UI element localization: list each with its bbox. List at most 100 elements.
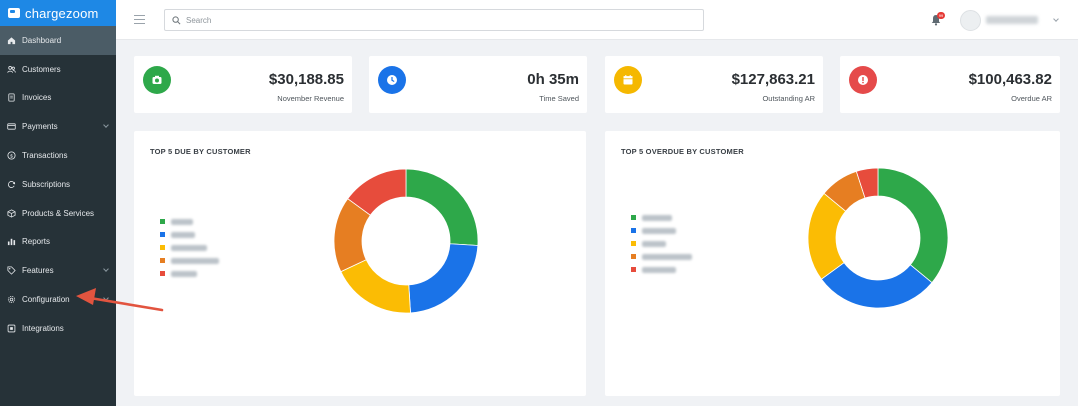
stat-value: 0h 35m bbox=[527, 71, 579, 88]
legend-label-redacted bbox=[642, 214, 672, 221]
donut-slice[interactable] bbox=[340, 259, 411, 314]
legend-label-redacted bbox=[171, 218, 193, 225]
legend-swatch bbox=[160, 271, 165, 276]
bar-chart-icon bbox=[7, 237, 16, 246]
legend-label-redacted bbox=[171, 231, 195, 238]
legend-item[interactable] bbox=[160, 254, 219, 267]
legend-label-redacted bbox=[642, 240, 666, 247]
sidebar-item-label: Configuration bbox=[22, 295, 70, 305]
search-input[interactable] bbox=[186, 15, 666, 25]
sidebar-item-products-services[interactable]: Products & Services bbox=[0, 199, 116, 228]
sidebar-item-features[interactable]: Features bbox=[0, 256, 116, 285]
user-name-redacted[interactable] bbox=[986, 16, 1038, 24]
brand[interactable]: chargezoom bbox=[0, 0, 116, 26]
chart-card-due: TOP 5 DUE BY CUSTOMER bbox=[134, 131, 586, 396]
legend-item[interactable] bbox=[631, 211, 692, 224]
legend-item[interactable] bbox=[160, 215, 219, 228]
legend-item[interactable] bbox=[160, 241, 219, 254]
chevron-down-icon bbox=[103, 122, 109, 129]
invoice-icon bbox=[7, 93, 16, 102]
brand-logo-icon bbox=[8, 8, 20, 18]
puzzle-icon bbox=[7, 324, 16, 333]
legend-item[interactable] bbox=[631, 224, 692, 237]
legend-item[interactable] bbox=[631, 263, 692, 276]
chart-legend bbox=[160, 215, 219, 280]
alert-icon bbox=[849, 66, 877, 94]
legend-swatch bbox=[631, 228, 636, 233]
stat-label: Time Saved bbox=[539, 94, 579, 103]
donut-slice[interactable] bbox=[405, 168, 479, 246]
legend-label-redacted bbox=[171, 270, 197, 277]
chevron-down-icon bbox=[103, 295, 109, 302]
sidebar-item-dashboard[interactable]: Dashboard bbox=[0, 26, 116, 55]
sidebar-item-label: Features bbox=[22, 266, 54, 276]
sidebar-item-label: Transactions bbox=[22, 151, 68, 161]
sidebar-item-configuration[interactable]: Configuration bbox=[0, 285, 116, 314]
topbar: 99 bbox=[116, 0, 1078, 40]
stat-label: Overdue AR bbox=[1011, 94, 1052, 103]
search-box[interactable] bbox=[164, 9, 704, 31]
donut-chart-due bbox=[333, 168, 479, 314]
stat-card: $30,188.85 November Revenue bbox=[134, 56, 352, 113]
chevron-down-icon bbox=[103, 266, 109, 273]
sidebar-item-label: Dashboard bbox=[22, 35, 62, 45]
sidebar-item-customers[interactable]: Customers bbox=[0, 55, 116, 84]
tag-icon bbox=[7, 266, 16, 275]
sidebar-item-transactions[interactable]: $ Transactions bbox=[0, 141, 116, 170]
stat-card: 0h 35m Time Saved bbox=[369, 56, 587, 113]
sidebar-nav: Dashboard Customers Invoices Payments $ Trans… bbox=[0, 26, 116, 343]
legend-item[interactable] bbox=[631, 237, 692, 250]
legend-label-redacted bbox=[642, 227, 676, 234]
credit-card-icon bbox=[7, 122, 16, 131]
legend-item[interactable] bbox=[160, 267, 219, 280]
legend-label-redacted bbox=[642, 253, 692, 260]
stat-card: $100,463.82 Overdue AR bbox=[840, 56, 1060, 113]
menu-toggle-icon[interactable] bbox=[134, 15, 145, 26]
sidebar-item-invoices[interactable]: Invoices bbox=[0, 84, 116, 113]
stat-value: $127,863.21 bbox=[731, 71, 815, 88]
box-icon bbox=[7, 209, 16, 218]
sidebar-item-label: Customers bbox=[22, 64, 61, 74]
brand-name: chargezoom bbox=[25, 5, 99, 21]
stat-label: November Revenue bbox=[277, 94, 344, 103]
legend-item[interactable] bbox=[160, 228, 219, 241]
sidebar-item-integrations[interactable]: Integrations bbox=[0, 314, 116, 343]
legend-label-redacted bbox=[171, 244, 207, 251]
sidebar-item-reports[interactable]: Reports bbox=[0, 228, 116, 257]
donut-slice[interactable] bbox=[820, 262, 933, 309]
sidebar-item-label: Integrations bbox=[22, 323, 64, 333]
sidebar-item-label: Payments bbox=[22, 122, 58, 132]
legend-swatch bbox=[160, 258, 165, 263]
sidebar-item-label: Products & Services bbox=[22, 208, 95, 218]
donut-slice[interactable] bbox=[877, 167, 949, 284]
legend-swatch bbox=[631, 241, 636, 246]
stat-value: $100,463.82 bbox=[968, 71, 1052, 88]
sidebar-item-label: Invoices bbox=[22, 93, 52, 103]
chart-title: TOP 5 OVERDUE BY CUSTOMER bbox=[621, 147, 744, 156]
sidebar-item-label: Reports bbox=[22, 237, 51, 247]
notification-badge: 99 bbox=[937, 12, 945, 19]
legend-label-redacted bbox=[642, 266, 676, 273]
calendar-icon bbox=[614, 66, 642, 94]
donut-slice[interactable] bbox=[408, 243, 479, 314]
users-icon bbox=[7, 65, 16, 74]
search-icon bbox=[172, 15, 181, 24]
svg-text:$: $ bbox=[10, 153, 13, 159]
legend-item[interactable] bbox=[631, 250, 692, 263]
chart-card-overdue: TOP 5 OVERDUE BY CUSTOMER bbox=[605, 131, 1060, 396]
legend-swatch bbox=[160, 232, 165, 237]
avatar[interactable] bbox=[960, 10, 981, 31]
donut-chart-overdue bbox=[807, 167, 949, 309]
sidebar-item-subscriptions[interactable]: Subscriptions bbox=[0, 170, 116, 199]
sidebar-item-payments[interactable]: Payments bbox=[0, 112, 116, 141]
stat-value: $30,188.85 bbox=[268, 71, 344, 88]
stat-card: $127,863.21 Outstanding AR bbox=[605, 56, 823, 113]
clock-icon bbox=[378, 66, 406, 94]
sidebar-item-label: Subscriptions bbox=[22, 179, 71, 189]
legend-swatch bbox=[160, 245, 165, 250]
legend-swatch bbox=[631, 215, 636, 220]
chart-legend bbox=[631, 211, 692, 276]
chevron-down-icon[interactable] bbox=[1053, 16, 1059, 22]
legend-swatch bbox=[631, 254, 636, 259]
legend-swatch bbox=[160, 219, 165, 224]
